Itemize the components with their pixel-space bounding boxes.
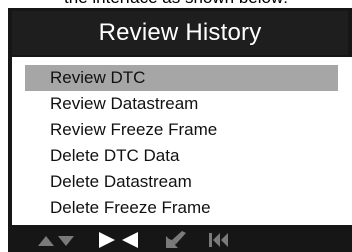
menu-item-delete-dtc-data[interactable]: Delete DTC Data: [12, 143, 338, 169]
menu-item-review-freeze-frame[interactable]: Review Freeze Frame: [12, 117, 338, 143]
right-left-arrows-icon: [98, 231, 144, 249]
caption-fragment: the interface as shown below:: [0, 0, 352, 8]
enter-icon: [164, 230, 188, 250]
menu-list: Review DTC Review Datastream Review Free…: [12, 65, 338, 221]
navigation-hint-bar: [12, 227, 352, 252]
menu-item-delete-datastream[interactable]: Delete Datastream: [12, 169, 338, 195]
page-title: Review History: [98, 19, 262, 46]
up-down-arrows-icon: [38, 235, 78, 247]
scan-tool-display: Review History Review DTC Review Datastr…: [8, 8, 352, 252]
menu-screen: Review DTC Review Datastream Review Free…: [12, 57, 352, 225]
skip-back-icon: [208, 231, 230, 249]
title-bar: Review History: [12, 11, 348, 55]
menu-item-review-datastream[interactable]: Review Datastream: [12, 91, 338, 117]
menu-item-delete-freeze-frame[interactable]: Delete Freeze Frame: [12, 195, 338, 221]
menu-item-review-dtc[interactable]: Review DTC: [25, 65, 338, 91]
